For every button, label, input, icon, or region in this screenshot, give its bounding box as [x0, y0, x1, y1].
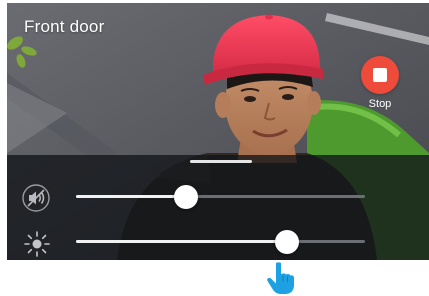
controls-panel — [7, 155, 429, 260]
stop-square-icon — [373, 68, 387, 82]
tap-hand-icon — [267, 262, 294, 294]
stop-circle[interactable] — [361, 56, 399, 94]
panel-drag-handle[interactable] — [190, 160, 252, 163]
volume-slider[interactable] — [76, 185, 365, 209]
camera-feed: Front door Stop — [7, 3, 429, 260]
camera-title: Front door — [24, 17, 105, 36]
volume-fill — [76, 195, 186, 198]
stop-button[interactable]: Stop — [360, 55, 400, 117]
sun-icon — [24, 231, 50, 257]
brightness-thumb[interactable] — [274, 230, 299, 254]
stop-label: Stop — [368, 98, 392, 110]
speaker-muted-icon[interactable] — [21, 183, 51, 213]
volume-thumb[interactable] — [173, 185, 198, 209]
brightness-fill — [76, 240, 287, 243]
brightness-slider[interactable] — [76, 230, 365, 254]
